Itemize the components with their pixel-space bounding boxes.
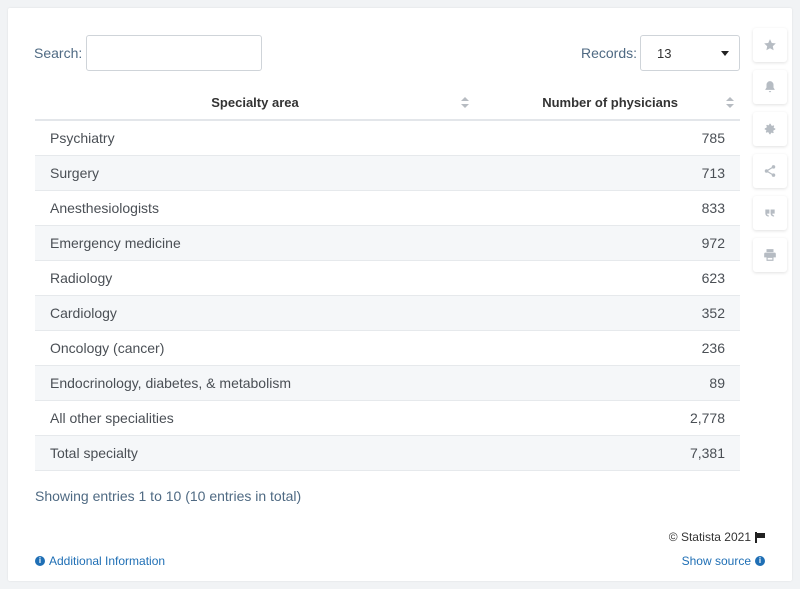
data-table: Specialty area Number of physicians Psyc… [35,86,740,471]
bell-button[interactable] [753,70,787,104]
search-input[interactable] [86,35,262,71]
specialty-cell: Oncology (cancer) [35,330,475,366]
gear-icon [764,123,776,135]
table-row: Surgery 713 [35,155,740,191]
info-icon: i [755,556,765,566]
specialty-cell: Radiology [35,260,475,296]
table-row: Endocrinology, diabetes, & metabolism 89 [35,365,740,401]
column-header-label: Number of physicians [542,95,678,110]
additional-information-label: Additional Information [49,554,166,568]
quote-icon [765,209,775,217]
physicians-cell: 713 [475,155,740,191]
physicians-cell: 833 [475,190,740,226]
table-row: Emergency medicine 972 [35,225,740,261]
table-header-row: Specialty area Number of physicians [35,86,740,121]
additional-information-link[interactable]: i Additional Information [35,554,165,568]
print-icon [764,249,776,261]
table-row: Total specialty 7,381 [35,435,740,471]
specialty-cell: Emergency medicine [35,225,475,261]
copyright-text: © Statista 2021 [668,530,751,544]
physicians-cell: 623 [475,260,740,296]
physicians-cell: 972 [475,225,740,261]
physicians-cell: 7,381 [475,435,740,471]
specialty-cell: All other specialities [35,400,475,436]
search-label: Search: [34,45,83,61]
physicians-cell: 785 [475,120,740,156]
table-row: Psychiatry 785 [35,120,740,156]
table-card: Search: Records: 13 Specialty area Numbe… [8,8,792,581]
specialty-cell: Endocrinology, diabetes, & metabolism [35,365,475,401]
share-button[interactable] [753,154,787,188]
physicians-cell: 236 [475,330,740,366]
settings-button[interactable] [753,112,787,146]
records-select[interactable]: 13 [640,35,740,71]
physicians-cell: 89 [475,365,740,401]
sort-icon [726,97,734,109]
bell-icon [765,81,775,93]
records-label: Records: [581,45,638,61]
print-button[interactable] [753,238,787,272]
specialty-cell: Psychiatry [35,120,475,156]
show-source-label: Show source [681,554,751,568]
star-icon [764,39,776,51]
physicians-cell: 2,778 [475,400,740,436]
entries-info: Showing entries 1 to 10 (10 entries in t… [35,488,302,504]
column-header-physicians[interactable]: Number of physicians [475,86,740,121]
info-icon: i [35,556,45,566]
column-header-specialty[interactable]: Specialty area [35,86,475,121]
specialty-cell: Surgery [35,155,475,191]
physicians-cell: 352 [475,295,740,331]
table-row: Oncology (cancer) 236 [35,330,740,366]
share-icon [764,165,776,177]
flag-icon[interactable] [755,531,765,543]
table-row: Anesthesiologists 833 [35,190,740,226]
records-value: 13 [657,46,672,61]
star-button[interactable] [753,28,787,62]
column-header-label: Specialty area [211,95,299,110]
specialty-cell: Anesthesiologists [35,190,475,226]
table-row: All other specialities 2,778 [35,400,740,436]
specialty-cell: Cardiology [35,295,475,331]
chevron-down-icon [721,51,729,56]
sort-icon [461,97,469,109]
copyright: © Statista 2021 [669,530,765,544]
table-row: Radiology 623 [35,260,740,296]
specialty-cell: Total specialty [35,435,475,471]
show-source-link[interactable]: Show source i [682,554,765,568]
side-toolbar [753,28,787,280]
cite-button[interactable] [753,196,787,230]
table-row: Cardiology 352 [35,295,740,331]
